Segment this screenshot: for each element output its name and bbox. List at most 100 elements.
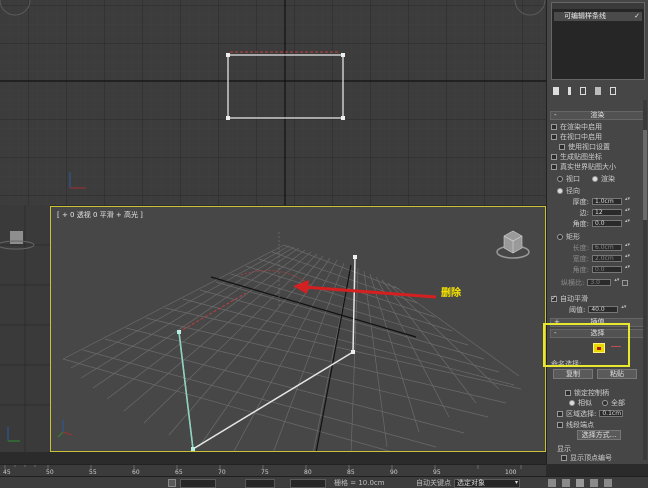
radial-row[interactable]: 径向	[557, 186, 644, 195]
angle-row[interactable]: 角度: 0.0 ▴▾	[567, 219, 644, 228]
top-viewport[interactable]	[0, 0, 546, 205]
pin-stack-icon[interactable]	[553, 87, 559, 95]
segment-end-checkbox[interactable]	[557, 421, 563, 428]
viewport-renderer-radios[interactable]: 视口 渲染	[557, 174, 644, 183]
next-frame-icon[interactable]	[590, 479, 598, 487]
selection-set-dropdown[interactable]: 选定对象 ▾	[454, 479, 520, 488]
enable-in-renderer-row[interactable]: 在渲染中启用	[551, 122, 644, 131]
spinner-arrows-icon[interactable]: ▴▾	[621, 305, 626, 313]
length-row[interactable]: 长度: 6.0cm ▴▾	[567, 243, 644, 252]
timeline-tick-label: 60	[132, 469, 140, 476]
width-row[interactable]: 宽度: 2.0cm ▴▾	[567, 254, 644, 263]
checkmark-icon: ✓	[634, 12, 640, 20]
lock-handles-row[interactable]: 锁定控制柄	[565, 388, 644, 397]
spinner-arrows-icon[interactable]: ▴▾	[625, 243, 630, 251]
timeline-tick-label: 70	[218, 469, 226, 476]
width-spinner[interactable]: 2.0cm	[592, 255, 622, 262]
modifier-stack-item[interactable]: 可编辑样条线 ✓	[554, 12, 642, 21]
playback-controls[interactable]	[548, 479, 646, 488]
area-spinner[interactable]: 0.1cm	[599, 410, 624, 417]
go-to-end-icon[interactable]	[604, 479, 612, 487]
lock-selection-icon[interactable]	[168, 479, 176, 487]
auto-smooth-row[interactable]: 自动平滑	[551, 294, 644, 303]
previous-frame-icon[interactable]	[562, 479, 570, 487]
left-viewport[interactable]	[0, 205, 50, 452]
spinner-arrows-icon[interactable]: ▴▾	[625, 197, 630, 205]
real-world-size-checkbox[interactable]	[551, 163, 557, 170]
thickness-row[interactable]: 厚度: 1.0cm ▴▾	[567, 197, 644, 206]
viewport-radio[interactable]	[557, 175, 563, 182]
auto-smooth-checkbox[interactable]	[551, 294, 557, 302]
angle2-spinner[interactable]: 0.0	[592, 266, 622, 273]
sides-row[interactable]: 边: 12 ▴▾	[567, 208, 644, 217]
configure-sets-icon[interactable]	[610, 87, 616, 95]
scrollbar-thumb[interactable]	[643, 130, 647, 220]
length-spinner[interactable]: 6.0cm	[592, 244, 622, 251]
radial-radio[interactable]	[557, 187, 563, 194]
segment-end-row[interactable]: 线段端点	[557, 420, 644, 429]
show-end-result-icon[interactable]	[568, 87, 571, 95]
real-world-size-row[interactable]: 真实世界贴图大小	[551, 162, 644, 171]
use-viewport-settings-checkbox[interactable]	[559, 143, 565, 150]
y-coordinate-field[interactable]	[245, 479, 275, 488]
show-vertex-numbers-row[interactable]: 显示顶点编号	[561, 453, 644, 462]
lock-handles-checkbox[interactable]	[565, 389, 571, 396]
timeline-tick-label: 55	[89, 469, 97, 476]
sides-spinner[interactable]: 12	[592, 209, 622, 216]
spinner-arrows-icon[interactable]: ▴▾	[625, 265, 630, 273]
remove-modifier-icon[interactable]	[595, 87, 601, 95]
angle-spinner[interactable]: 0.0	[592, 220, 622, 227]
chevron-down-icon: ▾	[514, 479, 518, 486]
spinner-arrows-icon[interactable]: ▴▾	[625, 254, 630, 262]
generate-mapping-checkbox[interactable]	[551, 153, 557, 160]
perspective-grid	[57, 230, 530, 451]
area-selection-checkbox[interactable]	[557, 410, 563, 417]
collapse-icon: -	[554, 111, 557, 119]
spinner-arrows-icon[interactable]: ▴▾	[625, 208, 630, 216]
threshold-spinner[interactable]: 40.0	[588, 306, 619, 313]
go-to-start-icon[interactable]	[548, 479, 556, 487]
angle2-row[interactable]: 角度: 0.0 ▴▾	[567, 265, 644, 274]
panel-scrollbar[interactable]	[643, 100, 647, 460]
all-radio[interactable]	[602, 399, 608, 406]
x-coordinate-field[interactable]	[180, 479, 216, 488]
modifier-stack[interactable]: 可编辑样条线 ✓	[551, 2, 645, 80]
paste-button[interactable]: 粘贴	[597, 369, 637, 379]
copy-button[interactable]: 复制	[553, 369, 593, 379]
timeline-tick-label: 95	[433, 469, 441, 476]
timeline-tick-label: 85	[347, 469, 355, 476]
z-coordinate-field[interactable]	[290, 479, 326, 488]
similar-all-radios[interactable]: 相似 全部	[569, 398, 644, 407]
spinner-arrows-icon[interactable]: ▴▾	[625, 219, 630, 227]
aspect-row[interactable]: 纵横比: 3.0 ▴▾	[561, 278, 644, 287]
command-panel[interactable]: 可编辑样条线 ✓ - 渲染 在渲染中启用 在视口中启用 使用视口设置 生成贴图坐…	[546, 0, 648, 464]
play-icon[interactable]	[576, 479, 584, 487]
aspect-spinner[interactable]: 3.0	[587, 279, 612, 286]
generate-mapping-row[interactable]: 生成贴图坐标	[551, 152, 644, 161]
auto-key-label[interactable]: 自动关键点	[416, 480, 451, 487]
make-unique-icon[interactable]	[580, 87, 586, 95]
rectangular-row[interactable]: 矩形	[557, 232, 644, 241]
rendering-rollout-header[interactable]: - 渲染	[550, 111, 645, 120]
similar-radio[interactable]	[569, 399, 575, 406]
enable-in-viewport-row[interactable]: 在视口中启用	[551, 132, 644, 141]
threshold-row[interactable]: 阈值: 40.0 ▴▾	[569, 305, 644, 314]
thickness-spinner[interactable]: 1.0cm	[592, 198, 622, 205]
timeline-ruler[interactable]: 45 50 55 60 65 70 75 80 85 90 95 100	[0, 464, 546, 476]
selection-highlight-box	[543, 323, 630, 367]
area-selection-row[interactable]: 区域选择: 0.1cm	[557, 409, 644, 418]
timeline-tick-label: 90	[390, 469, 398, 476]
top-viewport-grid	[0, 0, 546, 205]
select-by-button[interactable]: 选择方式...	[577, 430, 621, 440]
lock-icon[interactable]	[622, 279, 629, 286]
use-viewport-settings-row[interactable]: 使用视口设置	[559, 142, 644, 151]
renderer-radio[interactable]	[592, 175, 598, 182]
axis-tripod-icon	[57, 420, 73, 438]
grid-size-label: 栅格 = 10.0cm	[334, 479, 385, 487]
spinner-arrows-icon[interactable]: ▴▾	[614, 278, 619, 286]
rectangular-radio[interactable]	[557, 233, 563, 240]
enable-in-renderer-checkbox[interactable]	[551, 123, 557, 130]
show-vertex-numbers-checkbox[interactable]	[561, 454, 567, 461]
perspective-viewport[interactable]: [ + 0 透视 0 平滑 + 高光 ] 删除	[50, 206, 546, 452]
enable-in-viewport-checkbox[interactable]	[551, 133, 557, 140]
